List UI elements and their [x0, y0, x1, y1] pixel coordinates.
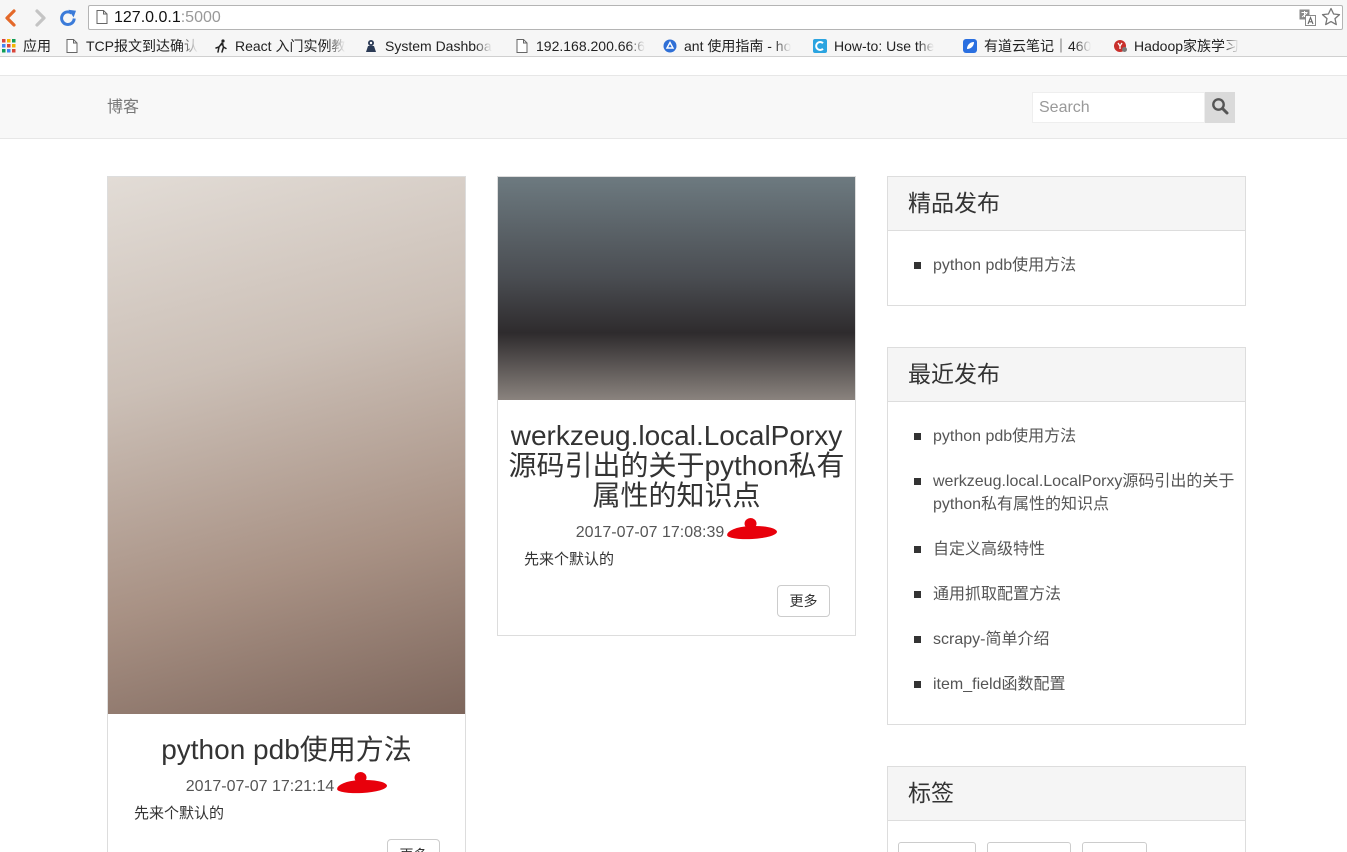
redaction-mark — [336, 778, 388, 795]
list-item-label[interactable]: item_field函数配置 — [933, 676, 1065, 693]
post-actions: 更多 — [498, 570, 855, 635]
search-icon — [1211, 97, 1229, 118]
search-input[interactable] — [1032, 92, 1205, 123]
square-bullet-icon — [914, 546, 921, 553]
browser-toolbar: 127.0.0.1:5000 — [0, 0, 1347, 35]
bookmark-apps[interactable]: 应用 — [2, 35, 51, 56]
bookmark-ant[interactable]: ant 使用指南 - ho — [663, 35, 791, 56]
bookmark-label: System Dashboa — [385, 37, 492, 54]
tags-panel: 标签 — [887, 766, 1246, 852]
post-card: werkzeug.local.LocalPorxy源码引出的关于python私有… — [497, 176, 856, 636]
address-bar[interactable]: 127.0.0.1:5000 — [88, 5, 1343, 30]
star-icon[interactable] — [1321, 7, 1341, 27]
page-icon — [515, 38, 529, 53]
translate-icon[interactable] — [1299, 9, 1316, 26]
post-actions: 更多 — [108, 824, 465, 852]
post-date: 2017-07-07 17:08:39 — [575, 524, 725, 541]
forward-arrow-icon[interactable] — [29, 7, 51, 29]
red-circle-icon — [1113, 39, 1127, 53]
page-icon — [65, 38, 79, 53]
url-text[interactable]: 127.0.0.1:5000 — [114, 9, 221, 27]
square-bullet-icon — [914, 591, 921, 598]
apps-grid-icon — [2, 38, 16, 53]
bookmark-ip-address[interactable]: 192.168.200.66:6 — [515, 35, 645, 56]
post-meta: 2017-07-07 17:08:39 — [498, 523, 855, 543]
reload-icon[interactable] — [58, 8, 80, 30]
list-item-label[interactable]: python pdb使用方法 — [933, 257, 1076, 274]
tag-button[interactable] — [1082, 842, 1147, 852]
square-bullet-icon — [914, 636, 921, 643]
panel-title: 标签 — [888, 767, 1245, 821]
featured-list: python pdb使用方法 — [888, 231, 1245, 305]
panel-title: 最近发布 — [888, 348, 1245, 402]
list-item[interactable]: item_field函数配置 — [914, 673, 1240, 696]
url-port: :5000 — [180, 9, 221, 26]
post-summary: 先来个默认的 — [134, 805, 225, 822]
more-button[interactable]: 更多 — [387, 839, 440, 852]
featured-panel: 精品发布 python pdb使用方法 — [887, 176, 1246, 306]
bookmark-label: Hadoop家族学习 — [1134, 37, 1240, 54]
tag-button[interactable] — [987, 842, 1071, 852]
note-icon — [963, 38, 977, 53]
bookmark-label: How-to: Use the — [834, 37, 935, 54]
list-item-label[interactable]: scrapy-简单介绍 — [933, 631, 1049, 648]
post-image[interactable] — [108, 177, 465, 714]
bookmark-youdao-note[interactable]: 有道云笔记｜460 — [963, 35, 1091, 56]
bookmark-react[interactable]: React 入门实例教 — [214, 35, 345, 56]
panel-title: 精品发布 — [888, 177, 1245, 231]
c-logo-icon — [813, 38, 827, 53]
bookmark-label: TCP报文到达确认 — [86, 37, 198, 54]
blue-circle-icon — [663, 39, 677, 53]
bookmarks-bar: 应用 TCP报文到达确认 React 入门实例教 System Dashboa … — [0, 35, 1347, 57]
square-bullet-icon — [914, 681, 921, 688]
list-item-label[interactable]: 自定义高级特性 — [933, 541, 1045, 558]
bookmark-hadoop[interactable]: Hadoop家族学习 — [1113, 35, 1239, 56]
post-image[interactable] — [498, 177, 855, 400]
bookmark-label: React 入门实例教 — [235, 37, 346, 54]
brand-link[interactable]: 博客 — [107, 98, 139, 118]
list-item-label[interactable]: werkzeug.local.LocalPorxy源码引出的关于python私有… — [933, 473, 1234, 513]
recent-list: python pdb使用方法 werkzeug.local.LocalPorxy… — [888, 402, 1245, 724]
url-host: 127.0.0.1 — [114, 9, 181, 26]
list-item[interactable]: python pdb使用方法 — [914, 254, 1240, 277]
bookmark-label: 应用 — [23, 37, 51, 54]
page-icon — [96, 10, 108, 24]
post-date: 2017-07-07 17:21:14 — [185, 778, 335, 795]
bookmark-tcp[interactable]: TCP报文到达确认 — [65, 35, 198, 56]
list-item-label[interactable]: python pdb使用方法 — [933, 428, 1076, 445]
bookmark-label: 有道云笔记｜460 — [984, 37, 1092, 54]
list-item[interactable]: 自定义高级特性 — [914, 538, 1240, 561]
square-bullet-icon — [914, 478, 921, 485]
recent-panel: 最近发布 python pdb使用方法 werkzeug.local.Local… — [887, 347, 1246, 725]
bookmark-label: 192.168.200.66:6 — [536, 37, 645, 54]
bookmark-how-to[interactable]: How-to: Use the — [813, 35, 934, 56]
list-item[interactable]: scrapy-简单介绍 — [914, 628, 1240, 651]
list-item[interactable]: 通用抓取配置方法 — [914, 583, 1240, 606]
tag-list — [888, 821, 1245, 852]
runner-icon — [214, 38, 228, 53]
bookmark-label: ant 使用指南 - ho — [684, 37, 792, 54]
post-summary: 先来个默认的 — [524, 551, 615, 568]
site-navbar: 博客 — [0, 75, 1347, 139]
list-item-label[interactable]: 通用抓取配置方法 — [933, 586, 1061, 603]
dashboard-icon — [364, 39, 378, 53]
list-item[interactable]: python pdb使用方法 — [914, 425, 1240, 448]
back-arrow-icon[interactable] — [0, 7, 22, 29]
search-button[interactable] — [1205, 92, 1235, 123]
tag-button[interactable] — [898, 842, 976, 852]
post-title[interactable]: werkzeug.local.LocalPorxy源码引出的关于python私有… — [498, 400, 855, 511]
more-button[interactable]: 更多 — [777, 585, 830, 617]
page-viewport: 博客 python pdb使用方法 2017-07-07 17:21:14 先来… — [0, 57, 1347, 852]
redaction-mark — [726, 524, 778, 541]
square-bullet-icon — [914, 262, 921, 269]
bookmark-system-dashboard[interactable]: System Dashboa — [364, 35, 492, 56]
post-card: python pdb使用方法 2017-07-07 17:21:14 先来个默认… — [107, 176, 466, 852]
list-item[interactable]: werkzeug.local.LocalPorxy源码引出的关于python私有… — [914, 470, 1240, 516]
post-title[interactable]: python pdb使用方法 — [108, 714, 465, 765]
post-meta: 2017-07-07 17:21:14 — [108, 777, 465, 797]
square-bullet-icon — [914, 433, 921, 440]
